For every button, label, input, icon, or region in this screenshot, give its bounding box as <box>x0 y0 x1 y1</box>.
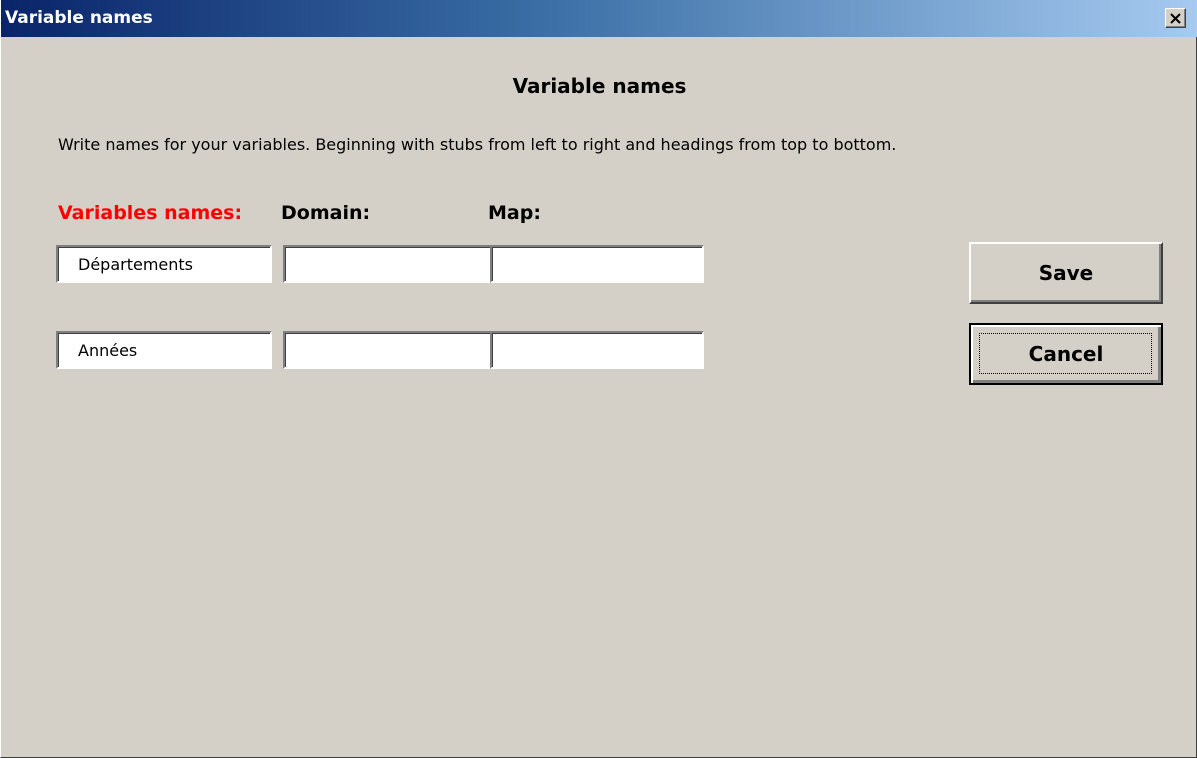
variables-names-label: Variables names: <box>58 202 243 224</box>
variable-name-field-2[interactable] <box>56 331 272 369</box>
variable-name-field-1[interactable] <box>56 245 272 283</box>
map-field-1[interactable] <box>490 245 704 283</box>
map-label: Map: <box>488 202 541 224</box>
save-button-label: Save <box>1038 261 1094 285</box>
close-icon <box>1170 13 1181 24</box>
dialog-heading: Variable names <box>512 74 687 98</box>
window-title: Variable names <box>5 8 153 28</box>
instructions-text: Write names for your variables. Beginnin… <box>58 135 897 154</box>
domain-field-2[interactable] <box>283 331 493 369</box>
domain-label: Domain: <box>281 202 371 224</box>
cancel-button-label: Cancel <box>1028 342 1104 366</box>
close-button[interactable] <box>1165 8 1186 28</box>
variable-names-dialog: Variable names Variable names Write name… <box>0 0 1197 758</box>
title-bar[interactable]: Variable names <box>1 0 1197 37</box>
save-button[interactable]: Save <box>969 242 1163 304</box>
map-field-2[interactable] <box>490 331 704 369</box>
domain-field-1[interactable] <box>283 245 493 283</box>
cancel-button[interactable]: Cancel <box>969 323 1163 385</box>
